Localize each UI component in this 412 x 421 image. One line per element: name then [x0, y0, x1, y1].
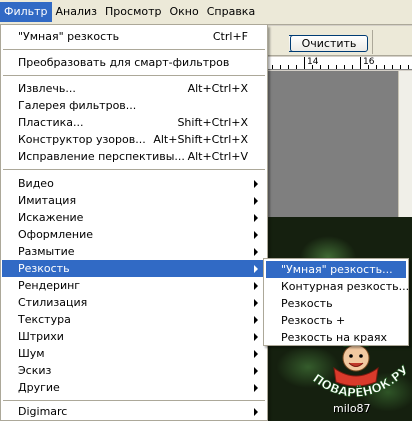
submenu-arrow-icon	[254, 316, 258, 324]
menu-item-stylize-design[interactable]: Оформление	[2, 226, 266, 243]
menu-item-label: Стилизация	[18, 296, 88, 309]
submenu-arrow-icon	[254, 214, 258, 222]
menu-item-label: Преобразовать для смарт-фильтров	[18, 56, 230, 69]
menu-item-distort[interactable]: Искажение	[2, 209, 266, 226]
submenu-item-sharpen-more[interactable]: Резкость +	[266, 312, 406, 329]
menu-item-shortcut: Shift+Ctrl+X	[177, 116, 248, 129]
menu-item-shortcut: Alt+Ctrl+V	[187, 150, 248, 163]
menu-item-shortcut: Alt+Shift+Ctrl+X	[153, 133, 248, 146]
menu-item-convert-smart-filters[interactable]: Преобразовать для смарт-фильтров	[2, 54, 266, 71]
menu-item-label: Другие	[18, 381, 60, 394]
menu-window[interactable]: Окно	[165, 2, 202, 22]
menu-separator	[3, 400, 265, 401]
menu-item-label: Эскиз	[18, 364, 52, 377]
sharpen-submenu: "Умная" резкость... Контурная резкость..…	[263, 258, 409, 346]
menu-item-blur[interactable]: Размытие	[2, 243, 266, 260]
submenu-arrow-icon	[254, 350, 258, 358]
menu-item-label: Видео	[18, 177, 54, 190]
menu-item-shortcut: Alt+Ctrl+X	[187, 82, 248, 95]
menu-item-label: Штрихи	[18, 330, 64, 343]
menu-item-extract[interactable]: Извлечь... Alt+Ctrl+X	[2, 80, 266, 97]
menu-item-vanishing-point[interactable]: Исправление перспективы... Alt+Ctrl+V	[2, 148, 266, 165]
toolbar-divider	[372, 30, 373, 54]
menu-separator	[3, 75, 265, 76]
options-toolbar: Очистить	[268, 26, 412, 56]
submenu-arrow-icon	[254, 197, 258, 205]
menu-item-texture[interactable]: Текстура	[2, 311, 266, 328]
menu-item-brush-strokes[interactable]: Штрихи	[2, 328, 266, 345]
menu-item-label: Галерея фильтров...	[18, 99, 137, 112]
menu-bar: Фильтр Анализ Просмотр Окно Справка	[0, 0, 412, 25]
canvas-background	[268, 71, 398, 217]
menu-item-last-filter[interactable]: "Умная" резкость Ctrl+F	[2, 28, 266, 45]
horizontal-ruler: 14 16	[268, 57, 412, 70]
submenu-arrow-icon	[254, 384, 258, 392]
menu-item-label: Размытие	[18, 245, 75, 258]
menu-view[interactable]: Просмотр	[101, 2, 165, 22]
menu-item-label: Пластика...	[18, 116, 84, 129]
submenu-item-smart-sharpen[interactable]: "Умная" резкость...	[266, 261, 406, 278]
submenu-arrow-icon	[254, 180, 258, 188]
submenu-arrow-icon	[254, 333, 258, 341]
menu-analysis[interactable]: Анализ	[52, 2, 102, 22]
menu-item-label: Рендеринг	[18, 279, 81, 292]
menu-item-filter-gallery[interactable]: Галерея фильтров...	[2, 97, 266, 114]
menu-item-noise[interactable]: Шум	[2, 345, 266, 362]
menu-item-label: Оформление	[18, 228, 93, 241]
menu-item-label: Резкость	[18, 262, 70, 275]
submenu-item-sharpen[interactable]: Резкость	[266, 295, 406, 312]
submenu-arrow-icon	[254, 408, 258, 416]
submenu-item-sharpen-edges[interactable]: Резкость на краях	[266, 329, 406, 346]
menu-item-artistic[interactable]: Имитация	[2, 192, 266, 209]
menu-item-stylize[interactable]: Стилизация	[2, 294, 266, 311]
submenu-arrow-icon	[254, 231, 258, 239]
menu-separator	[3, 49, 265, 50]
menu-item-label: Текстура	[18, 313, 71, 326]
submenu-arrow-icon	[254, 299, 258, 307]
menu-item-label: Digimarc	[18, 405, 68, 418]
menu-item-sharpen[interactable]: Резкость	[2, 260, 266, 277]
vertical-scrollbar[interactable]	[398, 71, 412, 217]
menu-filter[interactable]: Фильтр	[0, 2, 52, 22]
menu-item-label: Искажение	[18, 211, 84, 224]
submenu-arrow-icon	[254, 265, 258, 273]
menu-item-label: Конструктор узоров...	[18, 133, 146, 146]
menu-item-render[interactable]: Рендеринг	[2, 277, 266, 294]
menu-item-label: Извлечь...	[18, 82, 76, 95]
submenu-arrow-icon	[254, 282, 258, 290]
filter-menu: "Умная" резкость Ctrl+F Преобразовать дл…	[0, 25, 268, 421]
menu-item-other[interactable]: Другие	[2, 379, 266, 396]
menu-item-pattern-maker[interactable]: Конструктор узоров... Alt+Shift+Ctrl+X	[2, 131, 266, 148]
menu-item-label: Шум	[18, 347, 45, 360]
author-watermark: milo87	[333, 402, 371, 415]
menu-separator	[3, 169, 265, 170]
submenu-item-unsharp-mask[interactable]: Контурная резкость...	[266, 278, 409, 295]
submenu-arrow-icon	[254, 248, 258, 256]
submenu-arrow-icon	[254, 367, 258, 375]
menu-item-label: "Умная" резкость	[18, 30, 120, 43]
menu-help[interactable]: Справка	[203, 2, 259, 22]
menu-item-video[interactable]: Видео	[2, 175, 266, 192]
menu-item-sketch[interactable]: Эскиз	[2, 362, 266, 379]
menu-item-label: Имитация	[18, 194, 77, 207]
menu-item-digimarc[interactable]: Digimarc	[2, 403, 266, 420]
chef-face-icon	[333, 344, 379, 387]
reset-button[interactable]: Очистить	[290, 35, 368, 52]
menu-item-label: Исправление перспективы...	[18, 150, 185, 163]
menu-item-liquify[interactable]: Пластика... Shift+Ctrl+X	[2, 114, 266, 131]
menu-item-shortcut: Ctrl+F	[212, 30, 248, 43]
